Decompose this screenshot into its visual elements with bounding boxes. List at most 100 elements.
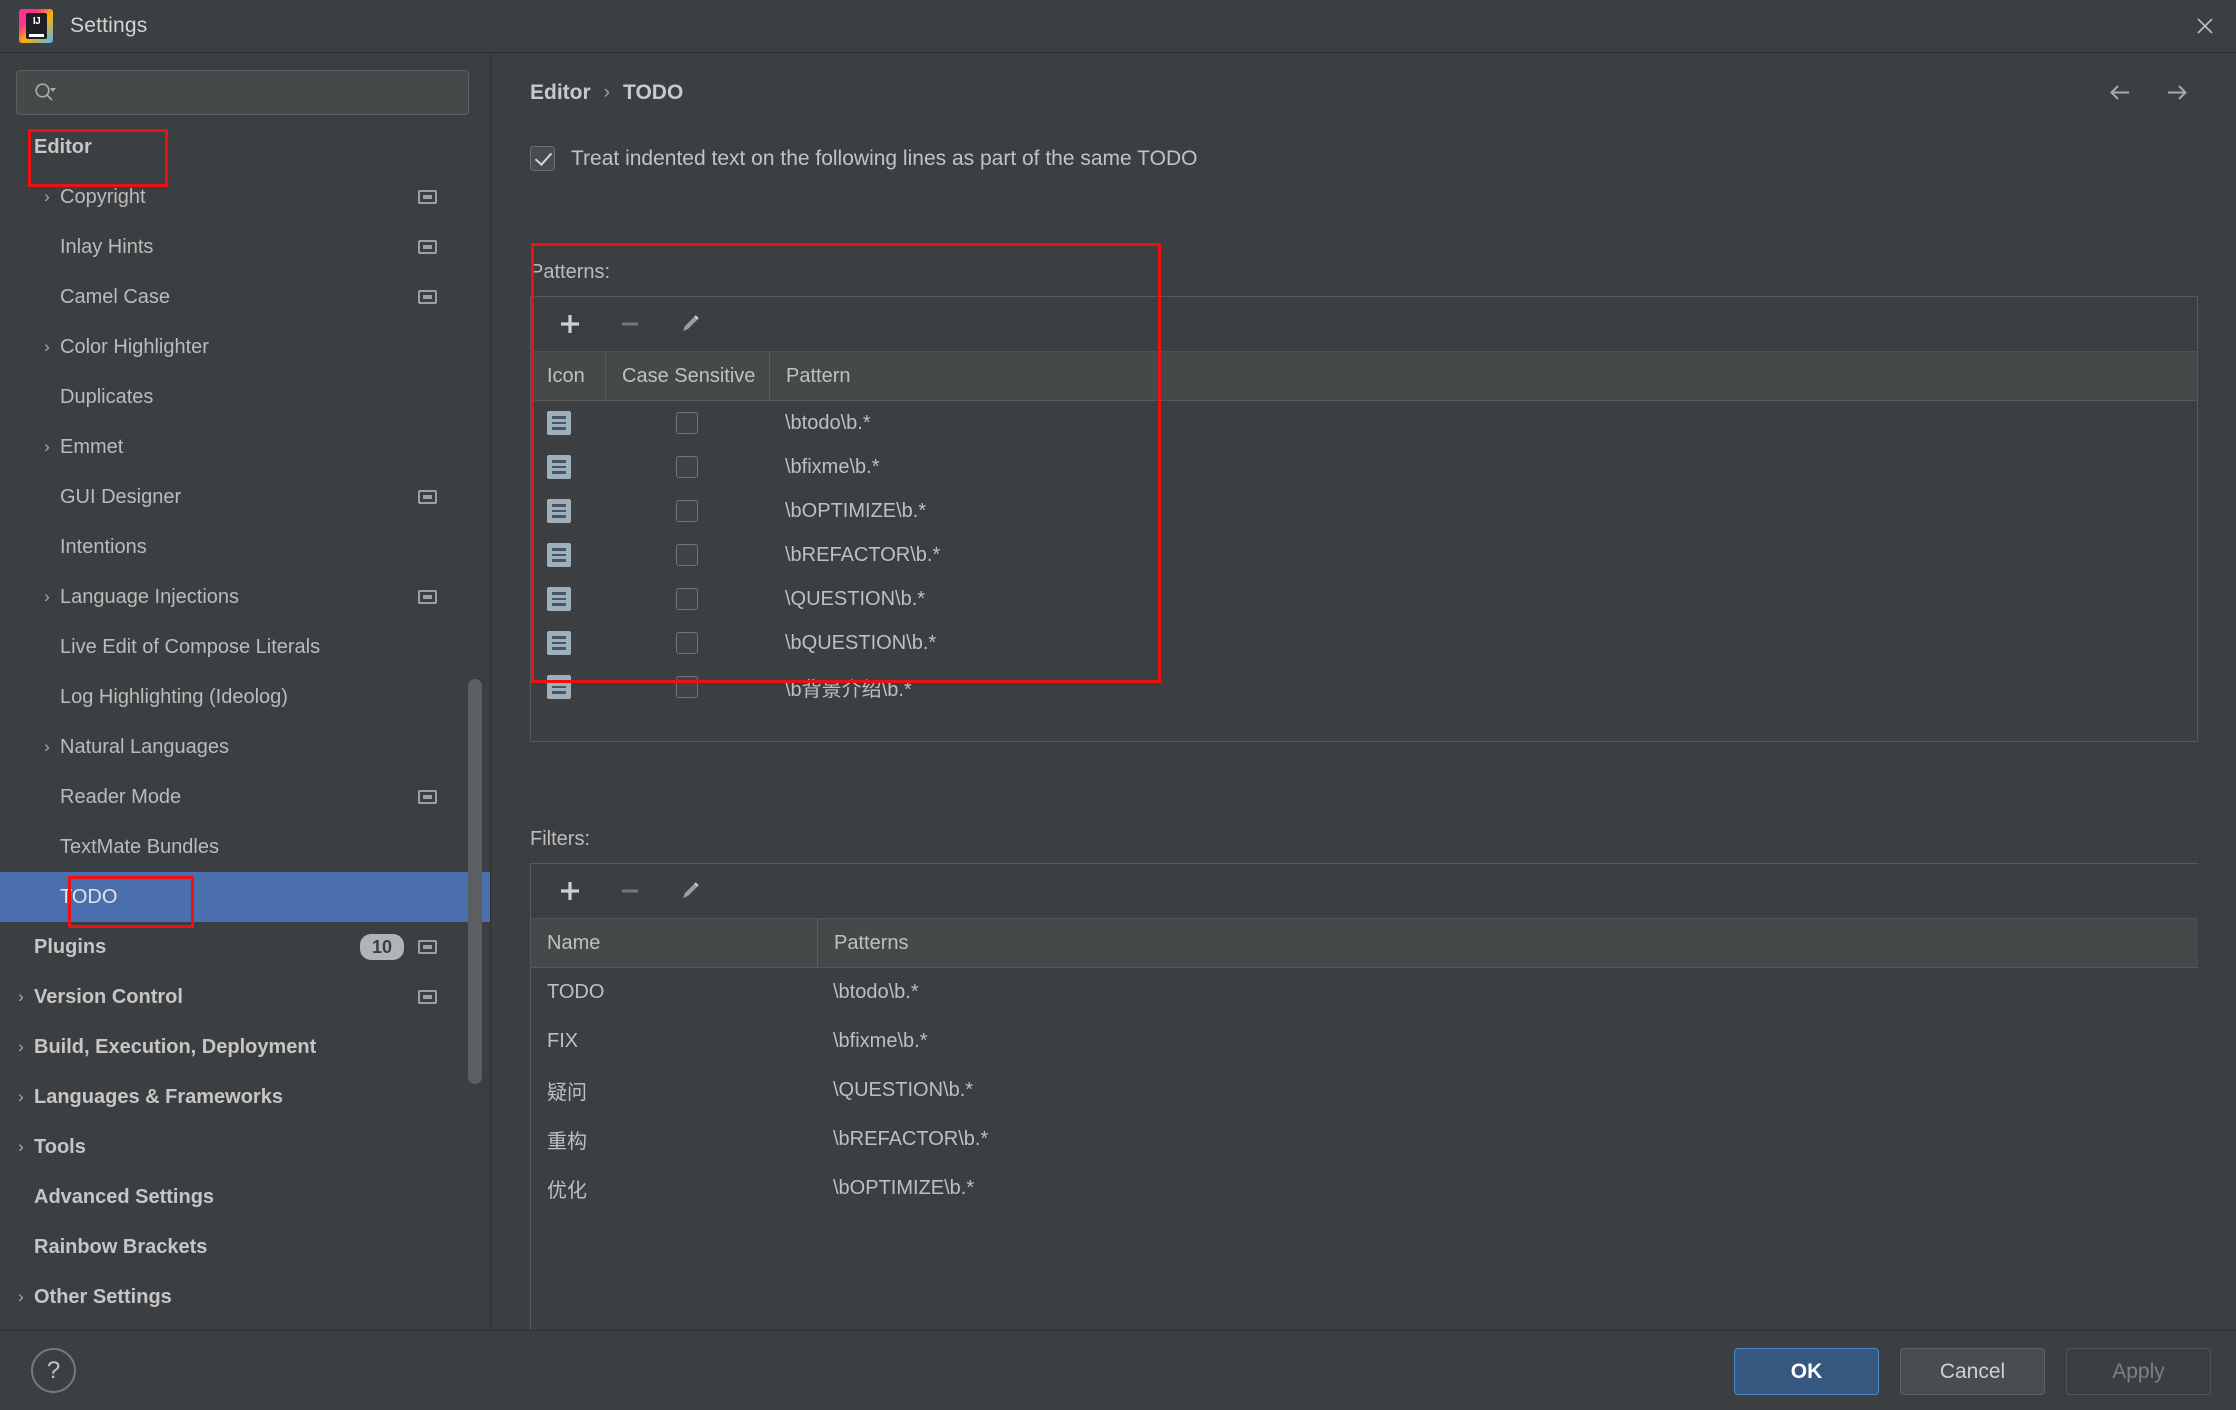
arrow-left-icon[interactable]: [2107, 79, 2134, 111]
table-row[interactable]: \bREFACTOR\b.*: [531, 533, 2197, 577]
search-box[interactable]: [16, 70, 469, 115]
sidebar-item-plugins[interactable]: Plugins10: [0, 922, 490, 972]
sidebar-item-languages-frameworks[interactable]: ›Languages & Frameworks: [0, 1072, 490, 1122]
patterns-header-row: Icon Case Sensitive Pattern: [531, 352, 2197, 401]
edit-filter-button[interactable]: [675, 876, 705, 906]
todo-pattern-icon: [547, 499, 571, 523]
pattern-icon-cell: [531, 533, 605, 577]
sidebar-item-label: Languages & Frameworks: [34, 1086, 283, 1109]
sidebar-item-inlay-hints[interactable]: Inlay Hints: [0, 222, 490, 272]
sidebar-item-build-execution-deployment[interactable]: ›Build, Execution, Deployment: [0, 1022, 490, 1072]
chevron-right-icon[interactable]: ›: [8, 1087, 34, 1107]
ok-button[interactable]: OK: [1734, 1348, 1879, 1395]
close-icon[interactable]: [2174, 0, 2236, 52]
pattern-icon-cell: [531, 621, 605, 665]
patterns-col-case-sensitive[interactable]: Case Sensitive: [605, 352, 769, 400]
sidebar-item-copyright[interactable]: ›Copyright: [0, 172, 490, 222]
sidebar-item-camel-case[interactable]: Camel Case: [0, 272, 490, 322]
chevron-right-icon[interactable]: ›: [34, 337, 60, 357]
case-sensitive-checkbox[interactable]: [676, 632, 698, 654]
sidebar-item-reader-mode[interactable]: Reader Mode: [0, 772, 490, 822]
case-sensitive-checkbox[interactable]: [676, 500, 698, 522]
table-row[interactable]: \QUESTION\b.*: [531, 577, 2197, 621]
treat-indented-checkbox-row[interactable]: Treat indented text on the following lin…: [530, 146, 1197, 171]
add-pattern-button[interactable]: [555, 309, 585, 339]
chevron-right-icon[interactable]: ›: [34, 737, 60, 757]
case-sensitive-checkbox[interactable]: [676, 412, 698, 434]
patterns-col-icon[interactable]: Icon: [531, 352, 605, 400]
sidebar-item-live-edit-of-compose-literals[interactable]: Live Edit of Compose Literals: [0, 622, 490, 672]
chevron-right-icon[interactable]: ›: [8, 1037, 34, 1057]
filter-patterns-cell: \bREFACTOR\b.*: [817, 1115, 2198, 1164]
filters-col-patterns[interactable]: Patterns: [817, 919, 2198, 967]
logo-bar: [29, 34, 44, 37]
case-sensitive-checkbox[interactable]: [676, 544, 698, 566]
table-row[interactable]: 优化\bOPTIMIZE\b.*: [531, 1164, 2198, 1213]
sidebar-item-label: Color Highlighter: [60, 336, 209, 359]
table-row[interactable]: \b背景介绍\b.*: [531, 665, 2197, 709]
filters-col-name[interactable]: Name: [531, 919, 817, 967]
pattern-cell: \bREFACTOR\b.*: [769, 533, 2197, 577]
treat-indented-checkbox[interactable]: [530, 146, 555, 171]
sidebar-item-label: Editor: [34, 136, 92, 159]
pattern-icon-cell: [531, 665, 605, 709]
table-row[interactable]: \btodo\b.*: [531, 401, 2197, 445]
filter-name-cell: 疑问: [531, 1066, 817, 1115]
chevron-right-icon[interactable]: ›: [8, 1287, 34, 1307]
sidebar-item-duplicates[interactable]: Duplicates: [0, 372, 490, 422]
table-row[interactable]: FIX\bfixme\b.*: [531, 1017, 2198, 1066]
table-row[interactable]: 重构\bREFACTOR\b.*: [531, 1115, 2198, 1164]
sidebar-item-other-settings[interactable]: ›Other Settings: [0, 1272, 490, 1322]
sidebar-item-label: Rainbow Brackets: [34, 1236, 207, 1259]
patterns-col-pattern[interactable]: Pattern: [769, 352, 2197, 400]
sidebar-item-natural-languages[interactable]: ›Natural Languages: [0, 722, 490, 772]
sidebar-item-tools[interactable]: ›Tools: [0, 1122, 490, 1172]
table-row[interactable]: \bOPTIMIZE\b.*: [531, 489, 2197, 533]
sidebar-scrollbar[interactable]: [468, 679, 482, 1084]
filter-name-cell: 优化: [531, 1164, 817, 1213]
filter-name-cell: 重构: [531, 1115, 817, 1164]
todo-pattern-icon: [547, 411, 571, 435]
pattern-icon-cell: [531, 577, 605, 621]
breadcrumb-separator: ›: [604, 82, 610, 104]
apply-button[interactable]: Apply: [2066, 1348, 2211, 1395]
chevron-right-icon[interactable]: ›: [8, 987, 34, 1007]
table-row[interactable]: \bQUESTION\b.*: [531, 621, 2197, 665]
sidebar-item-editor[interactable]: Editor: [0, 122, 490, 172]
chevron-right-icon[interactable]: ›: [8, 1137, 34, 1157]
chevron-right-icon[interactable]: ›: [34, 587, 60, 607]
plugins-count-badge: 10: [360, 934, 404, 960]
case-sensitive-checkbox[interactable]: [676, 676, 698, 698]
chevron-right-icon[interactable]: ›: [34, 187, 60, 207]
sidebar-item-rainbow-brackets[interactable]: Rainbow Brackets: [0, 1222, 490, 1272]
add-filter-button[interactable]: [555, 876, 585, 906]
sidebar-item-gui-designer[interactable]: GUI Designer: [0, 472, 490, 522]
pattern-cell: \bOPTIMIZE\b.*: [769, 489, 2197, 533]
table-row[interactable]: 疑问\QUESTION\b.*: [531, 1066, 2198, 1115]
help-button[interactable]: ?: [31, 1348, 76, 1393]
sidebar-item-color-highlighter[interactable]: ›Color Highlighter: [0, 322, 490, 372]
sidebar-item-label: Reader Mode: [60, 786, 181, 809]
cancel-button[interactable]: Cancel: [1900, 1348, 2045, 1395]
breadcrumb-parent[interactable]: Editor: [530, 81, 591, 105]
filters-body: TODO\btodo\b.*FIX\bfixme\b.*疑问\QUESTION\…: [531, 968, 2198, 1213]
sidebar-item-log-highlighting-ideolog[interactable]: Log Highlighting (Ideolog): [0, 672, 490, 722]
chevron-right-icon[interactable]: ›: [34, 437, 60, 457]
sidebar-item-textmate-bundles[interactable]: TextMate Bundles: [0, 822, 490, 872]
sidebar-item-intentions[interactable]: Intentions: [0, 522, 490, 572]
remove-pattern-button[interactable]: [615, 309, 645, 339]
sidebar-item-todo[interactable]: TODO: [0, 872, 490, 922]
sidebar-item-emmet[interactable]: ›Emmet: [0, 422, 490, 472]
case-sensitive-checkbox[interactable]: [676, 456, 698, 478]
filter-patterns-cell: \btodo\b.*: [817, 968, 2198, 1017]
sidebar-item-advanced-settings[interactable]: Advanced Settings: [0, 1172, 490, 1222]
case-sensitive-checkbox[interactable]: [676, 588, 698, 610]
arrow-right-icon[interactable]: [2163, 79, 2190, 111]
table-row[interactable]: \bfixme\b.*: [531, 445, 2197, 489]
remove-filter-button[interactable]: [615, 876, 645, 906]
sidebar-item-language-injections[interactable]: ›Language Injections: [0, 572, 490, 622]
search-input[interactable]: [57, 82, 468, 104]
edit-pattern-button[interactable]: [675, 309, 705, 339]
sidebar-item-version-control[interactable]: ›Version Control: [0, 972, 490, 1022]
table-row[interactable]: TODO\btodo\b.*: [531, 968, 2198, 1017]
